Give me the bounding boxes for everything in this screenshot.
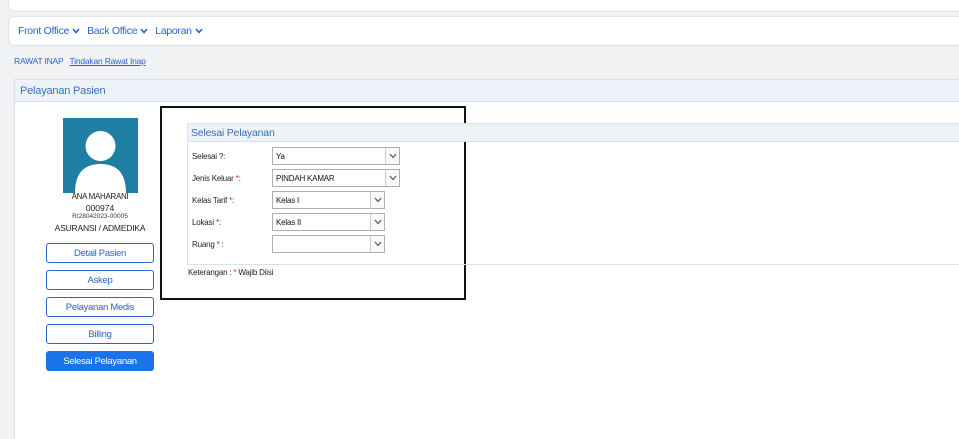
chevron-down-icon [370,214,384,230]
nav-laporan-label: Laporan [155,25,192,37]
field-kelas-tarif: Kelas Tarif *: Kelas I [192,191,385,209]
nav-front-office-label: Front Office [18,25,70,37]
pelayanan-medis-button[interactable]: Pelayanan Medis [46,297,154,317]
top-bar [8,0,959,12]
field-jenis-keluar-label: Jenis Keluar *: [192,173,241,183]
nav-back-office-label: Back Office [87,25,138,37]
jenis-keluar-select[interactable]: PINDAH KAMAR [272,169,400,187]
kelas-tarif-select[interactable]: Kelas I [272,191,385,209]
form-title: Selesai Pelayanan [188,124,959,142]
field-kelas-tarif-label: Kelas Tarif *: [192,195,234,205]
chevron-down-icon [370,192,384,208]
chevron-down-icon [385,148,399,164]
chevron-down-icon [370,236,384,252]
lokasi-value: Kelas II [276,217,302,227]
askep-button[interactable]: Askep [46,270,154,290]
breadcrumb-section: RAWAT INAP [14,56,64,66]
field-jenis-keluar: Jenis Keluar *: PINDAH KAMAR [192,169,400,187]
selesai-select[interactable]: Ya [272,147,400,165]
user-icon [75,131,126,193]
chevron-down-icon [385,170,399,186]
kelas-tarif-value: Kelas I [276,195,300,205]
chevron-down-icon [72,28,80,34]
billing-button[interactable]: Billing [46,324,154,344]
detail-pasien-button[interactable]: Detail Pasien [46,243,154,263]
chevron-down-icon [195,28,203,34]
jenis-keluar-value: PINDAH KAMAR [276,173,335,183]
chevron-down-icon [140,28,148,34]
panel-title: Pelayanan Pasien [15,80,959,102]
breadcrumb-link[interactable]: Tindakan Rawat Inap [69,56,145,66]
breadcrumb: RAWAT INAP Tindakan Rawat Inap [14,56,146,66]
ruang-value [273,236,370,252]
main-nav: Front Office Back Office Laporan [8,16,959,46]
avatar [63,118,138,193]
nav-laporan[interactable]: Laporan [155,25,203,37]
selesai-pelayanan-form: Selesai Pelayanan Selesai ?: Ya Jenis Ke… [187,123,959,277]
field-selesai-label: Selesai ?: [192,151,226,161]
field-lokasi-label: Lokasi *: [192,217,221,227]
patient-service-panel: Pelayanan Pasien ANA MAHARANI 000974 RI2… [14,79,959,439]
field-ruang-label: Ruang * : [192,239,224,249]
selesai-pelayanan-button[interactable]: Selesai Pelayanan [46,351,154,371]
ruang-select[interactable] [272,235,385,253]
field-selesai: Selesai ?: Ya [192,147,400,165]
field-ruang: Ruang * : [192,235,385,253]
lokasi-select[interactable]: Kelas II [272,213,385,231]
nav-front-office[interactable]: Front Office [18,25,80,37]
selesai-value: Ya [276,151,285,161]
field-lokasi: Lokasi *: Kelas II [192,213,385,231]
nav-back-office[interactable]: Back Office [87,25,148,37]
required-note: Keterangan : * Wajib Diisi [188,268,274,277]
